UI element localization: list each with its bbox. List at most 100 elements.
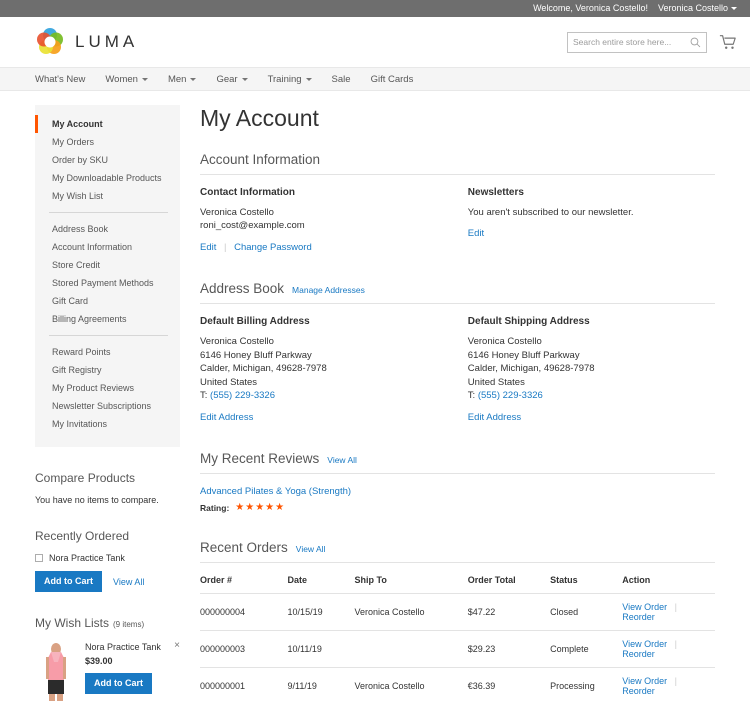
reorder-link[interactable]: Reorder [622, 649, 655, 659]
sidebar-item-my-invitations[interactable]: My Invitations [35, 415, 180, 433]
sidebar-item-my-downloadable-products[interactable]: My Downloadable Products [35, 169, 180, 187]
compare-products-title: Compare Products [35, 471, 136, 485]
order-total: $29.23 [467, 630, 551, 669]
col-action: Action [622, 575, 715, 595]
sidebar-item-my-orders[interactable]: My Orders [35, 133, 180, 151]
shipping-name: Veronica Costello [467, 336, 542, 348]
order-total: $47.22 [467, 593, 551, 632]
divider [49, 212, 168, 213]
sidebar-item-billing-agreements[interactable]: Billing Agreements [35, 310, 180, 328]
sidebar-item-account-information[interactable]: Account Information [35, 238, 180, 256]
cart-icon[interactable] [719, 33, 737, 51]
recently-ordered-item[interactable]: Nora Practice Tank [35, 553, 180, 563]
recent-reviews-body: Advanced Pilates & Yoga (Strength) Ratin… [200, 486, 715, 513]
sidebar-item-store-credit[interactable]: Store Credit [35, 256, 180, 274]
recently-ordered-checkbox[interactable] [35, 554, 43, 562]
view-order-link[interactable]: View Order [622, 639, 667, 649]
change-password-link[interactable]: Change Password [234, 242, 312, 253]
chevron-down-icon [731, 7, 737, 11]
nav-item-gift-cards[interactable]: Gift Cards [371, 74, 414, 85]
order-actions: View Order | Reorder [622, 593, 715, 632]
contact-information-block: Contact Information Veronica Costello ro… [200, 187, 468, 254]
recent-reviews-title: My Recent Reviews [200, 451, 320, 467]
manage-addresses-link[interactable]: Manage Addresses [292, 285, 365, 295]
nav-item-sale[interactable]: Sale [332, 74, 351, 85]
wish-list-add-to-cart-button[interactable]: Add to Cart [85, 673, 152, 694]
newsletter-edit-link[interactable]: Edit [468, 228, 484, 239]
sidebar-item-address-book[interactable]: Address Book [35, 220, 180, 238]
address-book-body: Default Billing Address Veronica Costell… [200, 316, 715, 424]
search-box[interactable] [567, 31, 707, 53]
view-order-link[interactable]: View Order [622, 676, 667, 686]
recent-orders-table: Order # Date Ship To Order Total Status … [200, 575, 715, 703]
shipping-edit-address-link[interactable]: Edit Address [468, 412, 521, 423]
shipping-address-title: Default Shipping Address [467, 316, 590, 328]
divider [49, 335, 168, 336]
billing-phone-prefix: T: [200, 390, 208, 402]
contact-edit-link[interactable]: Edit [200, 242, 216, 253]
order-actions: View Order | Reorder [622, 630, 715, 669]
order-number: 000000001 [200, 667, 288, 703]
table-row: 000000001 9/11/19 Veronica Costello €36.… [200, 667, 715, 703]
newsletter-status: You aren't subscribed to our newsletter. [467, 207, 634, 218]
sidebar-item-gift-card[interactable]: Gift Card [35, 292, 180, 310]
recent-reviews-view-all-link[interactable]: View All [327, 455, 357, 465]
newsletters-title: Newsletters [467, 187, 524, 198]
order-total: €36.39 [467, 667, 551, 703]
billing-name: Veronica Costello [200, 336, 274, 348]
recently-ordered-item-label: Nora Practice Tank [49, 553, 125, 563]
nav-item-training[interactable]: Training [268, 74, 312, 85]
col-order-number: Order # [200, 575, 288, 595]
billing-phone[interactable]: (555) 229-3326 [210, 390, 275, 401]
recent-orders-title: Recent Orders [200, 540, 288, 556]
default-shipping-address-block: Default Shipping Address Veronica Costel… [468, 316, 715, 424]
nav-item-whats-new[interactable]: What's New [35, 74, 85, 85]
chevron-down-icon [241, 77, 248, 81]
shipping-phone[interactable]: (555) 229-3326 [478, 390, 543, 401]
billing-edit-address-link[interactable]: Edit Address [200, 412, 253, 423]
reorder-link[interactable]: Reorder [622, 612, 655, 622]
account-nav: My Account My Orders Order by SKU My Dow… [35, 105, 180, 447]
shipping-phone-prefix: T: [467, 390, 476, 402]
main-content: My Account Account Information Contact I… [180, 105, 715, 703]
review-product-link[interactable]: Advanced Pilates & Yoga (Strength) [200, 486, 715, 497]
sidebar-item-newsletter-subscriptions[interactable]: Newsletter Subscriptions [35, 397, 180, 415]
table-header-row: Order # Date Ship To Order Total Status … [200, 575, 715, 595]
sidebar-item-my-product-reviews[interactable]: My Product Reviews [35, 379, 180, 397]
nav-item-gear[interactable]: Gear [216, 74, 248, 85]
wish-list-product-image[interactable] [35, 640, 77, 702]
sidebar-item-reward-points[interactable]: Reward Points [35, 343, 180, 361]
welcome-message: Welcome, Veronica Costello! [533, 3, 648, 13]
top-panel: Welcome, Veronica Costello! Veronica Cos… [0, 0, 750, 17]
contact-name: Veronica Costello [200, 207, 274, 218]
shipping-country: United States [467, 376, 525, 388]
reorder-link[interactable]: Reorder [622, 686, 655, 696]
recently-ordered-view-all-link[interactable]: View All [113, 577, 144, 587]
table-row: 000000004 10/15/19 Veronica Costello $47… [200, 593, 715, 632]
site-header: LUMA [0, 17, 750, 67]
wish-list-count: (9 items) [113, 620, 145, 629]
recent-orders-view-all-link[interactable]: View All [296, 544, 326, 554]
sidebar-item-order-by-sku[interactable]: Order by SKU [35, 151, 180, 169]
chevron-down-icon [190, 77, 197, 81]
search-input[interactable] [573, 37, 690, 47]
order-actions: View Order | Reorder [622, 667, 715, 703]
recently-ordered-add-to-cart-button[interactable]: Add to Cart [35, 571, 102, 592]
nav-item-men[interactable]: Men [168, 74, 197, 85]
sidebar-item-stored-payment-methods[interactable]: Stored Payment Methods [35, 274, 180, 292]
wish-list-remove-icon[interactable]: × [172, 640, 180, 651]
account-menu-toggle[interactable]: Veronica Costello [658, 4, 737, 13]
sidebar: My Account My Orders Order by SKU My Dow… [35, 105, 180, 702]
view-order-link[interactable]: View Order [622, 602, 667, 612]
luma-logo-icon [35, 27, 65, 57]
nav-item-women[interactable]: Women [105, 74, 148, 85]
recently-ordered-block: Recently Ordered Nora Practice Tank Add … [35, 529, 180, 592]
sidebar-item-gift-registry[interactable]: Gift Registry [35, 361, 180, 379]
logo[interactable]: LUMA [35, 27, 138, 57]
order-status: Processing [550, 667, 623, 703]
sidebar-item-my-account[interactable]: My Account [35, 115, 180, 133]
wish-list-product-name[interactable]: Nora Practice Tank [85, 642, 164, 652]
sidebar-item-my-wish-list[interactable]: My Wish List [35, 187, 180, 205]
page-title: My Account [200, 105, 319, 131]
search-icon[interactable] [690, 37, 701, 48]
